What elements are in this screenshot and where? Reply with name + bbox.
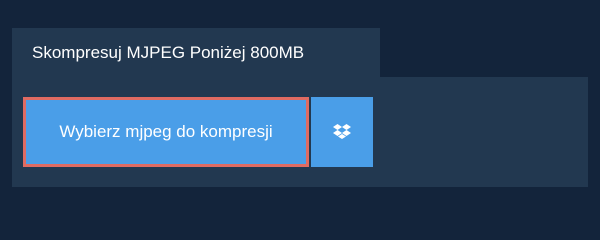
tab-title: Skompresuj MJPEG Poniżej 800MB (32, 43, 305, 62)
choose-file-button[interactable]: Wybierz mjpeg do kompresji (23, 97, 309, 167)
dropbox-icon (333, 124, 351, 140)
dropbox-button[interactable] (311, 97, 373, 167)
tab-header: Skompresuj MJPEG Poniżej 800MB (12, 28, 380, 77)
upload-panel: Wybierz mjpeg do kompresji (12, 77, 588, 187)
